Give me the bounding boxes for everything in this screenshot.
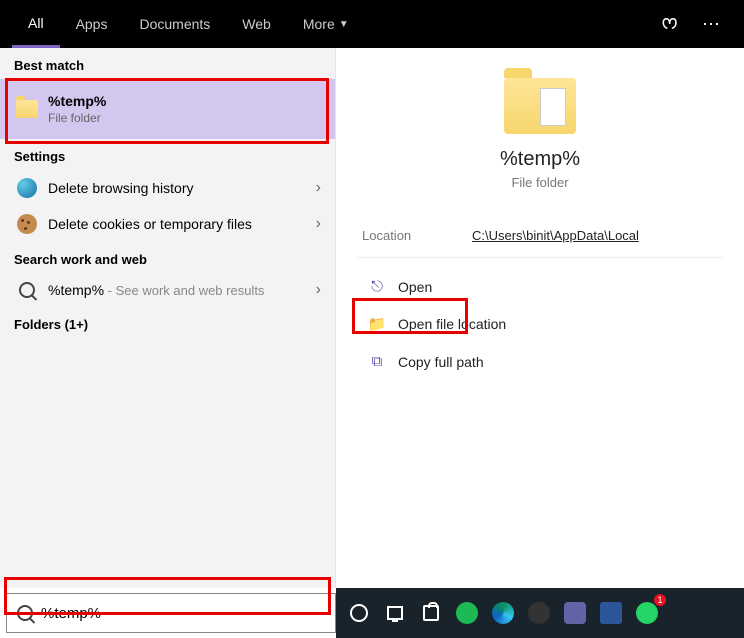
paint-icon[interactable] <box>524 598 554 628</box>
preview-panel: %temp% File folder Location C:\Users\bin… <box>336 48 744 588</box>
location-label: Location <box>362 228 472 243</box>
best-match-subtitle: File folder <box>48 111 321 125</box>
location-row: Location C:\Users\binit\AppData\Local <box>356 214 724 258</box>
settings-delete-cookies[interactable]: Delete cookies or temporary files › <box>0 206 335 242</box>
cookie-icon <box>17 214 37 234</box>
search-input[interactable] <box>41 605 325 622</box>
settings-delete-history[interactable]: Delete browsing history › <box>0 170 335 206</box>
best-match-result[interactable]: %temp% File folder <box>0 79 335 139</box>
cortana-icon[interactable] <box>344 598 374 628</box>
results-panel: Best match %temp% File folder Settings D… <box>0 48 336 588</box>
globe-icon <box>17 178 37 198</box>
word-icon[interactable] <box>596 598 626 628</box>
folder-open-icon: 📁 <box>366 315 388 333</box>
tab-more[interactable]: More▼ <box>287 0 365 48</box>
tab-web[interactable]: Web <box>226 0 287 48</box>
search-filter-tabs: All Apps Documents Web More▼ ᰔ ⋯ <box>0 0 744 48</box>
store-icon[interactable] <box>416 598 446 628</box>
preview-title: %temp% <box>356 148 724 171</box>
whatsapp-icon[interactable]: 1 <box>632 598 662 628</box>
web-search-result[interactable]: %temp% - See work and web results › <box>0 273 335 307</box>
taskbar: 1 <box>336 588 744 638</box>
section-best-match: Best match <box>0 48 335 79</box>
teams-icon[interactable] <box>560 598 590 628</box>
preview-subtitle: File folder <box>356 175 724 190</box>
bottom-bar: 1 <box>0 588 744 638</box>
location-value[interactable]: C:\Users\binit\AppData\Local <box>472 228 639 243</box>
edge-icon[interactable] <box>488 598 518 628</box>
section-settings: Settings <box>0 139 335 170</box>
action-open[interactable]: ⎋ Open <box>356 268 724 305</box>
chevron-down-icon: ▼ <box>339 19 349 30</box>
copy-icon: ⧉ <box>366 353 388 370</box>
open-icon: ⎋ <box>366 278 388 295</box>
notification-badge: 1 <box>654 594 666 606</box>
best-match-title: %temp% <box>48 93 321 109</box>
chevron-right-icon: › <box>316 215 321 233</box>
spotify-icon[interactable] <box>452 598 482 628</box>
search-icon <box>17 605 33 621</box>
settings-item-label: Delete browsing history <box>48 180 316 196</box>
chevron-right-icon: › <box>316 179 321 197</box>
more-options-icon[interactable]: ⋯ <box>690 14 732 35</box>
folder-large-icon <box>504 78 576 134</box>
tab-apps[interactable]: Apps <box>60 0 124 48</box>
task-view-icon[interactable] <box>380 598 410 628</box>
tab-documents[interactable]: Documents <box>123 0 226 48</box>
search-icon <box>19 282 35 298</box>
section-search-web: Search work and web <box>0 242 335 273</box>
tab-all[interactable]: All <box>12 0 60 48</box>
chevron-right-icon: › <box>316 281 321 299</box>
section-folders[interactable]: Folders (1+) <box>0 307 335 342</box>
action-copy-path[interactable]: ⧉ Copy full path <box>356 343 724 380</box>
settings-item-label: Delete cookies or temporary files <box>48 216 316 232</box>
search-box[interactable] <box>6 593 336 633</box>
folder-icon <box>16 100 38 118</box>
feedback-icon[interactable]: ᰔ <box>649 11 690 38</box>
action-open-location[interactable]: 📁 Open file location <box>356 305 724 343</box>
